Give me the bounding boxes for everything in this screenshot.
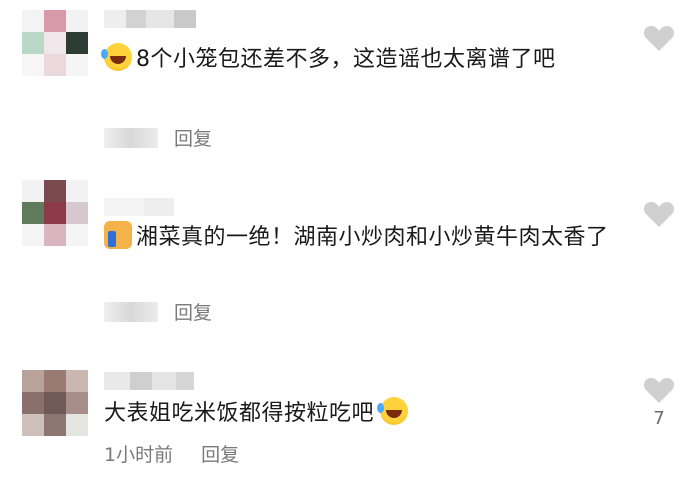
rolling-laughing-emoji — [101, 43, 132, 71]
time-blurred — [104, 127, 158, 148]
like-button[interactable] — [643, 24, 675, 52]
username-blurred[interactable] — [104, 198, 174, 216]
comment-meta: 1小时前 回复 — [104, 440, 239, 467]
time-blurred — [104, 301, 158, 322]
like-button[interactable] — [643, 200, 675, 228]
username-blurred[interactable] — [104, 372, 194, 390]
avatar[interactable] — [22, 10, 88, 76]
reply-button[interactable]: 回复 — [174, 124, 212, 151]
reply-button[interactable]: 回复 — [174, 298, 212, 325]
comment-meta: 回复 — [104, 124, 212, 151]
comment-meta: 回复 — [104, 298, 212, 325]
comment-text: 8个小笼包还差不多，这造谣也太离谱了吧 — [101, 42, 624, 78]
username-blurred[interactable] — [104, 10, 196, 28]
avatar[interactable] — [22, 370, 88, 436]
heart-icon — [643, 26, 675, 51]
comment-text: 湘菜真的一绝！湖南小炒肉和小炒黄牛肉太香了 — [104, 220, 624, 256]
avatar[interactable] — [22, 180, 88, 246]
comment-time: 1小时前 — [104, 444, 174, 466]
like-count: 7 — [653, 408, 665, 429]
comment-text: 大表姐吃米饭都得按粒吃吧 — [104, 396, 624, 432]
heart-icon — [643, 378, 675, 403]
rolling-laughing-emoji — [377, 397, 409, 425]
heart-icon — [643, 202, 675, 227]
thumbs-up-emoji — [104, 221, 132, 249]
like-button[interactable]: 7 — [643, 376, 675, 429]
reply-button[interactable]: 回复 — [201, 440, 239, 467]
